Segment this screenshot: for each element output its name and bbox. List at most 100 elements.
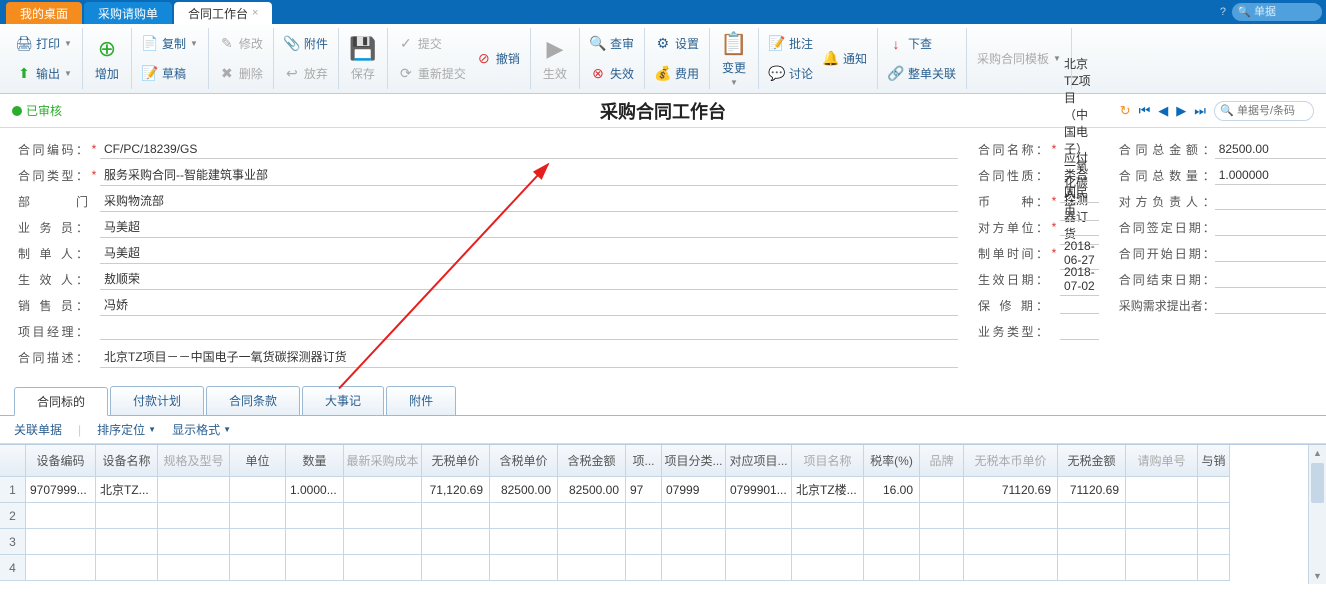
- help-icon[interactable]: ?: [1220, 6, 1226, 18]
- scroll-up-icon[interactable]: ▲: [1309, 445, 1326, 461]
- cell-latest_cost[interactable]: [344, 503, 422, 529]
- cell-amount_tax[interactable]: [558, 555, 626, 581]
- cell-brand[interactable]: [920, 503, 964, 529]
- field-dept[interactable]: 采购物流部: [100, 190, 958, 212]
- field-seller[interactable]: 冯娇: [100, 294, 958, 316]
- col-header-tax_rate[interactable]: 税率(%): [864, 445, 920, 477]
- cell-req_no[interactable]: [1126, 477, 1198, 503]
- cell-req_no[interactable]: [1126, 529, 1198, 555]
- col-header-equip_name[interactable]: 设备名称: [96, 445, 158, 477]
- cell-proj_match[interactable]: 0799901...: [726, 477, 792, 503]
- row-number[interactable]: 4: [0, 555, 26, 581]
- cell-with_sale[interactable]: [1198, 477, 1230, 503]
- field-biz-person[interactable]: 马美超: [100, 216, 958, 238]
- cell-price_tax[interactable]: [490, 503, 558, 529]
- cell-spec[interactable]: [158, 529, 230, 555]
- cell-proj_name[interactable]: 北京TZ楼...: [792, 477, 864, 503]
- subtab-attach[interactable]: 附件: [386, 386, 456, 415]
- cell-equip_name[interactable]: [96, 555, 158, 581]
- field-end-date[interactable]: [1215, 270, 1326, 288]
- notify-button[interactable]: 🔔通知: [823, 46, 867, 72]
- tab-purchase-request[interactable]: 采购请购单: [84, 2, 172, 24]
- col-header-notax_local_price[interactable]: 无税本币单价: [964, 445, 1058, 477]
- draft-button[interactable]: 📝草稿: [142, 61, 198, 87]
- cell-amount_tax[interactable]: [558, 503, 626, 529]
- cell-notax_local_price[interactable]: [964, 529, 1058, 555]
- wholeclose-button[interactable]: 🔗整单关联: [888, 61, 956, 87]
- cell-unit[interactable]: [230, 529, 286, 555]
- cell-tax_rate[interactable]: [864, 555, 920, 581]
- field-effector[interactable]: 敖顺荣: [100, 268, 958, 290]
- field-start-date[interactable]: [1215, 244, 1326, 262]
- field-contract-no[interactable]: CF/PC/18239/GS: [100, 140, 958, 159]
- field-pm[interactable]: [100, 322, 958, 340]
- cell-latest_cost[interactable]: [344, 477, 422, 503]
- cell-price_tax[interactable]: [490, 555, 558, 581]
- cell-latest_cost[interactable]: [344, 529, 422, 555]
- cell-proj_cat[interactable]: [662, 529, 726, 555]
- close-icon[interactable]: ×: [252, 7, 258, 19]
- cell-with_sale[interactable]: [1198, 503, 1230, 529]
- cell-notax_amount[interactable]: [1058, 529, 1126, 555]
- cost-button[interactable]: 💰费用: [655, 61, 699, 87]
- subtab-payplan[interactable]: 付款计划: [110, 386, 204, 415]
- field-total-qty[interactable]: 1.000000: [1215, 166, 1326, 185]
- cell-brand[interactable]: [920, 529, 964, 555]
- cell-equip_name[interactable]: [96, 503, 158, 529]
- cell-equip_name[interactable]: [96, 529, 158, 555]
- cell-notax_local_price[interactable]: [964, 555, 1058, 581]
- cell-price_tax[interactable]: 82500.00: [490, 477, 558, 503]
- cell-unit[interactable]: [230, 555, 286, 581]
- attachment-button[interactable]: 📎附件: [284, 31, 328, 57]
- sort-locate-button[interactable]: 排序定位▼: [97, 421, 156, 438]
- cell-proj[interactable]: [626, 529, 662, 555]
- cell-notax_local_price[interactable]: [964, 503, 1058, 529]
- cell-proj_match[interactable]: [726, 555, 792, 581]
- cell-proj_name[interactable]: [792, 529, 864, 555]
- revoke-button[interactable]: ⊘撤销: [476, 46, 520, 72]
- cell-notax_amount[interactable]: [1058, 503, 1126, 529]
- remark-button[interactable]: 📝批注: [769, 31, 813, 57]
- downcheck-button[interactable]: ↓下查: [888, 31, 956, 57]
- field-maker[interactable]: 马美超: [100, 242, 958, 264]
- cell-proj[interactable]: 97: [626, 477, 662, 503]
- scroll-down-icon[interactable]: ▼: [1309, 568, 1326, 584]
- nav-first-icon[interactable]: ⏮: [1139, 103, 1151, 119]
- field-total-amount[interactable]: 82500.00: [1215, 140, 1326, 159]
- cell-price_tax[interactable]: [490, 529, 558, 555]
- display-format-button[interactable]: 显示格式▼: [172, 421, 231, 438]
- settings-button[interactable]: ⚙设置: [655, 31, 699, 57]
- nav-prev-icon[interactable]: ◀: [1158, 103, 1168, 119]
- field-demand-owner[interactable]: [1215, 296, 1326, 314]
- cell-notax_amount[interactable]: [1058, 555, 1126, 581]
- field-effect-date[interactable]: 2018-07-02: [1060, 263, 1099, 296]
- col-header-latest_cost[interactable]: 最新采购成本: [344, 445, 422, 477]
- nav-next-icon[interactable]: ▶: [1176, 103, 1186, 119]
- cell-brand[interactable]: [920, 555, 964, 581]
- col-header-proj_name[interactable]: 项目名称: [792, 445, 864, 477]
- cell-equip_no[interactable]: 9707999...: [26, 477, 96, 503]
- col-header-proj_cat[interactable]: 项目分类...: [662, 445, 726, 477]
- subtab-terms[interactable]: 合同条款: [206, 386, 300, 415]
- col-header-amount_tax[interactable]: 含税金额: [558, 445, 626, 477]
- field-desc[interactable]: 北京TZ项目－－中国电子一氧货碳探测器订货: [100, 346, 958, 368]
- col-header-unit[interactable]: 单位: [230, 445, 286, 477]
- cell-spec[interactable]: [158, 555, 230, 581]
- scroll-thumb[interactable]: [1311, 463, 1324, 503]
- invalid-button[interactable]: ⊗失效: [590, 61, 634, 87]
- cell-with_sale[interactable]: [1198, 555, 1230, 581]
- cell-tax_rate[interactable]: 16.00: [864, 477, 920, 503]
- field-sign-date[interactable]: [1215, 218, 1326, 236]
- review-button[interactable]: 🔍查审: [590, 31, 634, 57]
- col-header-price_tax[interactable]: 含税单价: [490, 445, 558, 477]
- cell-amount_tax[interactable]: [558, 529, 626, 555]
- col-header-__rownum[interactable]: [0, 445, 26, 477]
- cell-brand[interactable]: [920, 477, 964, 503]
- output-button[interactable]: ⬆输出▼: [16, 61, 72, 87]
- col-header-proj[interactable]: 项...: [626, 445, 662, 477]
- field-counterparty[interactable]: [1060, 218, 1099, 236]
- tab-desktop[interactable]: 我的桌面: [6, 2, 82, 24]
- cell-spec[interactable]: [158, 477, 230, 503]
- cell-proj_cat[interactable]: [662, 503, 726, 529]
- col-header-with_sale[interactable]: 与销: [1198, 445, 1230, 477]
